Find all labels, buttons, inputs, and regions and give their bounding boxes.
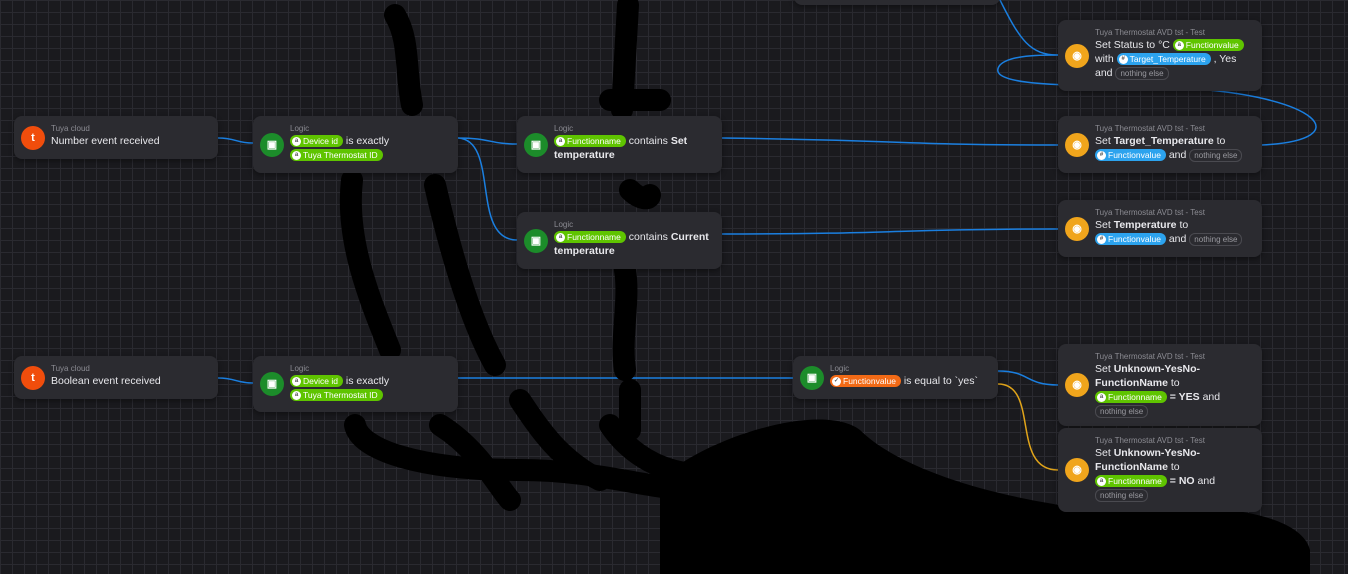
functionvalue-tag[interactable]: # Functionvalue: [1095, 233, 1166, 246]
functionname-tag[interactable]: a Functionname: [1095, 475, 1167, 488]
thermostat-id-tag[interactable]: a Tuya Thermostat ID: [290, 389, 383, 402]
trigger-app: Tuya cloud: [51, 124, 90, 133]
condition-text: is equal to `yes`: [903, 375, 978, 387]
functionname-tag[interactable]: a Functionname: [554, 231, 626, 244]
condition-text: is exactly: [345, 375, 390, 387]
functionname-tag[interactable]: a Functionname: [1095, 391, 1167, 404]
logic-device-id-1[interactable]: ▣ Logic a Device id is exactly a Tuya Ther…: [253, 116, 458, 173]
device-name: Tuya Thermostat AVD tst - Test: [1095, 124, 1205, 133]
trigger-app: Tuya cloud: [51, 364, 90, 373]
tuya-icon: t: [21, 125, 45, 150]
logic-icon: ▣: [800, 365, 824, 390]
nothing-else-tag[interactable]: nothing else: [1189, 148, 1243, 162]
condition-text: is exactly: [345, 135, 390, 147]
device-id-tag[interactable]: a Device id: [290, 375, 343, 388]
action-set-target-temperature[interactable]: ◉ Tuya Thermostat AVD tst - Test Set Tar…: [1058, 116, 1262, 173]
trigger-title: Number event received: [51, 135, 160, 147]
condition-text: contains: [628, 135, 668, 147]
device-name: Tuya Thermostat AVD tst - Test: [1095, 28, 1205, 37]
action-card-partial[interactable]: [794, 0, 1000, 5]
thermostat-icon: ◉: [1065, 373, 1089, 397]
card-label: Logic: [290, 124, 310, 133]
trigger-number-event[interactable]: t Tuya cloud Number event received: [14, 116, 218, 159]
logic-icon: ▣: [524, 132, 548, 157]
action-set-status[interactable]: ◉ Tuya Thermostat AVD tst - Test Set Sta…: [1058, 20, 1262, 91]
nothing-else-tag[interactable]: nothing else: [1189, 232, 1243, 246]
functionvalue-tag[interactable]: a Functionvalue: [1172, 39, 1244, 52]
thermostat-id-tag[interactable]: a Tuya Thermostat ID: [290, 149, 383, 162]
thermostat-icon: ◉: [1065, 458, 1089, 482]
logic-icon: ▣: [260, 372, 284, 396]
nothing-else-tag[interactable]: nothing else: [1095, 404, 1149, 418]
logic-icon: ▣: [524, 228, 548, 253]
trigger-boolean-event[interactable]: t Tuya cloud Boolean event received: [14, 356, 218, 399]
target-temperature-tag[interactable]: # Target_Temperature: [1116, 53, 1211, 66]
trigger-title: Boolean event received: [51, 375, 161, 387]
thermostat-icon: ◉: [1065, 43, 1089, 68]
card-label: Logic: [290, 364, 310, 373]
functionvalue-tag[interactable]: # Functionvalue: [1095, 149, 1166, 162]
logic-equals-yes[interactable]: ▣ Logic ✓ Functionvalue is equal to `yes`: [793, 356, 998, 399]
action-set-no[interactable]: ◉ Tuya Thermostat AVD tst - Test Set Unk…: [1058, 428, 1262, 512]
functionvalue-tag[interactable]: ✓ Functionvalue: [830, 375, 901, 388]
nothing-else-tag[interactable]: nothing else: [1115, 66, 1169, 80]
card-label: Logic: [554, 124, 574, 133]
card-label: Logic: [830, 364, 850, 373]
card-label: Logic: [554, 220, 574, 229]
logic-icon: ▣: [260, 132, 284, 157]
logic-contains-set-temperature[interactable]: ▣ Logic a Functionname contains Set tempe…: [517, 116, 722, 173]
nothing-else-tag[interactable]: nothing else: [1095, 488, 1149, 502]
condition-text: contains: [628, 231, 668, 243]
thermostat-icon: ◉: [1065, 132, 1089, 157]
tuya-icon: t: [21, 365, 45, 390]
device-name: Tuya Thermostat AVD tst - Test: [1095, 208, 1205, 217]
device-name: Tuya Thermostat AVD tst - Test: [1095, 352, 1205, 361]
logic-contains-current-temperature[interactable]: ▣ Logic a Functionname contains Current t…: [517, 212, 722, 269]
device-id-tag[interactable]: a Device id: [290, 135, 343, 148]
functionname-tag[interactable]: a Functionname: [554, 135, 626, 148]
action-set-temperature[interactable]: ◉ Tuya Thermostat AVD tst - Test Set Tem…: [1058, 200, 1262, 257]
logic-device-id-2[interactable]: ▣ Logic a Device id is exactly a Tuya Ther…: [253, 356, 458, 412]
thermostat-icon: ◉: [1065, 216, 1089, 241]
device-name: Tuya Thermostat AVD tst - Test: [1095, 436, 1205, 445]
action-set-yes[interactable]: ◉ Tuya Thermostat AVD tst - Test Set Unk…: [1058, 344, 1262, 426]
